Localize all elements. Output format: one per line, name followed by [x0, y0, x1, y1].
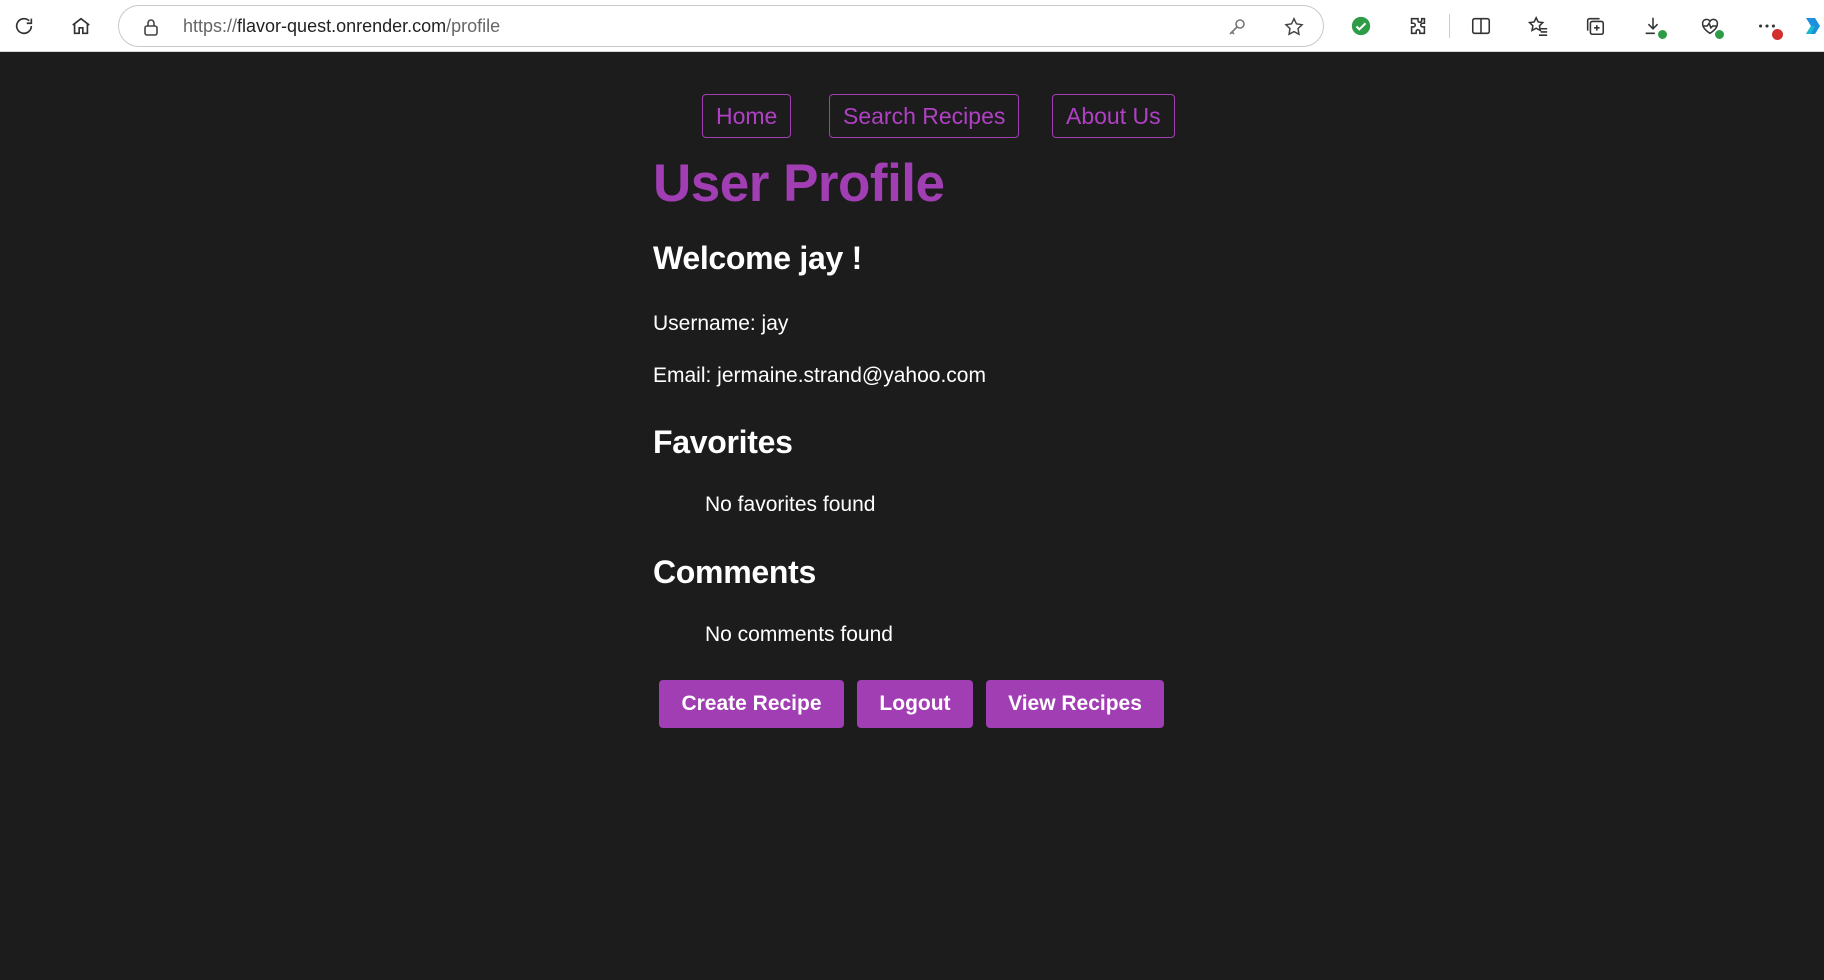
lock-icon[interactable] [141, 17, 161, 37]
health-icon[interactable] [1691, 7, 1729, 45]
nav-home-link[interactable]: Home [702, 94, 792, 138]
nav-about-us-link[interactable]: About Us [1052, 94, 1175, 138]
toolbar-divider [1449, 14, 1450, 38]
email-text: Email: jermaine.strand@yahoo.com [653, 364, 986, 387]
shield-check-icon[interactable] [1342, 7, 1380, 45]
star-icon[interactable] [1283, 16, 1305, 38]
create-recipe-button[interactable]: Create Recipe [659, 680, 844, 728]
main-nav: Home Search Recipes About Us [0, 94, 1824, 138]
nav-search-recipes-link[interactable]: Search Recipes [829, 94, 1020, 138]
username-text: Username: jay [653, 312, 789, 335]
key-icon[interactable] [1227, 17, 1247, 37]
url-host: flavor-quest.onrender.com [237, 16, 447, 36]
copilot-icon[interactable] [1800, 7, 1824, 45]
notification-badge [1771, 28, 1784, 41]
extensions-icon[interactable] [1399, 7, 1437, 45]
address-bar[interactable]: https://flavor-quest.onrender.com/profil… [118, 5, 1324, 47]
favorites-empty-text: No favorites found [705, 493, 876, 516]
refresh-icon[interactable] [5, 7, 43, 45]
page-title: User Profile [653, 154, 945, 213]
url-text[interactable]: https://flavor-quest.onrender.com/profil… [183, 6, 500, 46]
browser-toolbar: https://flavor-quest.onrender.com/profil… [0, 0, 1824, 52]
comments-heading: Comments [653, 554, 816, 590]
home-icon[interactable] [62, 7, 100, 45]
welcome-heading: Welcome jay ! [653, 240, 862, 276]
comments-empty-text: No comments found [705, 623, 893, 646]
downloads-icon[interactable] [1634, 7, 1672, 45]
page-body: Home Search Recipes About Us User Profil… [0, 52, 1824, 980]
health-status-badge [1714, 29, 1725, 40]
downloads-status-badge [1657, 29, 1668, 40]
logout-button[interactable]: Logout [857, 680, 973, 728]
favorites-heading: Favorites [653, 424, 793, 460]
split-screen-icon[interactable] [1462, 7, 1500, 45]
view-recipes-button[interactable]: View Recipes [986, 680, 1164, 728]
url-path: /profile [446, 16, 501, 36]
profile-actions: Create Recipe Logout View Recipes [0, 680, 1824, 728]
collections-icon[interactable] [1576, 7, 1614, 45]
url-prefix: https:// [183, 16, 238, 36]
favorites-icon[interactable] [1519, 7, 1557, 45]
more-icon[interactable] [1748, 7, 1786, 45]
